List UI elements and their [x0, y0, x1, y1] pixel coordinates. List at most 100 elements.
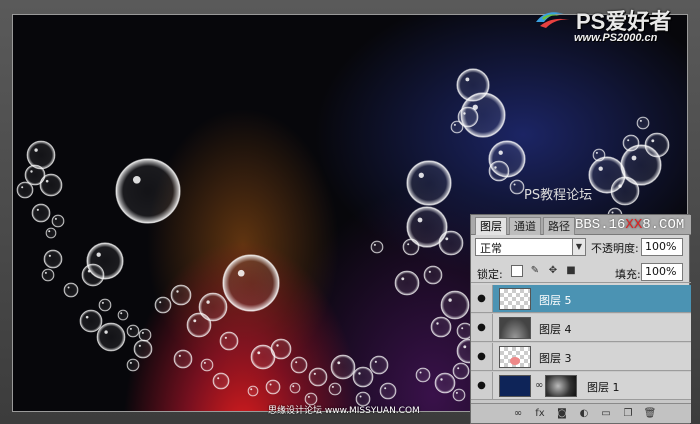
bubble-highlight [34, 148, 38, 152]
layer-style-icon[interactable]: fx [533, 407, 547, 421]
bubble [352, 366, 374, 388]
panel-bottom-toolbar: ∞ fx ◙ ◐ ▭ ❐ 🗑 [471, 403, 691, 423]
bubble [39, 173, 63, 197]
bubble [98, 298, 112, 312]
bubble [328, 382, 342, 396]
layer-thumbnail [499, 317, 531, 339]
bubble-highlight [373, 243, 376, 246]
bubble-highlight [463, 345, 467, 349]
bubble-highlight [455, 391, 458, 394]
new-group-icon[interactable]: ▭ [599, 407, 613, 421]
layer-thumbnail [499, 288, 531, 310]
bubble [170, 284, 192, 306]
bubble-highlight [407, 243, 410, 246]
site-logo: PS爱好者 www.PS2000.cn [534, 2, 694, 48]
blend-row: 正常 ▼ 不透明度: 100% [471, 236, 691, 258]
bubble-highlight [30, 170, 33, 173]
bubble [26, 140, 56, 170]
layer-row-3[interactable]: ● 图层 3 [471, 343, 691, 371]
bubble [415, 367, 431, 383]
bubble [43, 249, 63, 269]
bubble-highlight [193, 319, 197, 323]
chevron-down-icon[interactable]: ▼ [572, 239, 585, 255]
bubble-highlight [295, 361, 298, 364]
bubble-highlight [463, 112, 466, 115]
lock-all-icon[interactable]: ■ [565, 265, 577, 277]
bubble-highlight [292, 385, 295, 388]
bubble-highlight [494, 166, 497, 169]
eye-icon[interactable]: ● [471, 314, 493, 341]
adjustment-layer-icon[interactable]: ◐ [577, 407, 591, 421]
eye-icon[interactable]: ● [471, 285, 493, 312]
bubble-highlight [358, 372, 361, 375]
bbs-watermark: BBS.16XX8.COM [575, 217, 685, 233]
add-mask-icon[interactable]: ◙ [555, 407, 569, 421]
bubble-highlight [457, 367, 460, 370]
bubble [200, 358, 214, 372]
bubble [369, 355, 389, 375]
logo-swirl-icon [536, 12, 570, 28]
bubble-highlight [465, 77, 470, 82]
layer-name: 图层 5 [539, 294, 572, 307]
layer-row-5[interactable]: ● 图层 5 [471, 285, 691, 313]
bubble-highlight [48, 254, 51, 257]
watermark-top: PS教程论坛 [524, 188, 593, 203]
eye-icon[interactable]: ● [471, 372, 493, 399]
bubble-highlight [85, 315, 89, 319]
bubble-highlight [36, 208, 39, 211]
bubble [16, 181, 34, 199]
lock-transparent-icon[interactable] [511, 265, 523, 277]
bubble [402, 238, 420, 256]
bubble [270, 338, 292, 360]
bubble [452, 362, 470, 380]
bubble [186, 312, 212, 338]
lock-brush-icon[interactable]: ✎ [529, 265, 541, 277]
eye-icon[interactable]: ● [471, 343, 493, 370]
bubble [51, 214, 65, 228]
bubble [438, 230, 464, 256]
bubble-highlight [44, 271, 47, 274]
layer-mask-thumbnail[interactable] [545, 375, 577, 397]
link-layers-icon[interactable]: ∞ [511, 407, 525, 421]
bubble-highlight [276, 344, 279, 347]
bubble-highlight [141, 331, 144, 334]
trash-icon[interactable]: 🗑 [643, 407, 657, 421]
bubble-highlight [54, 217, 57, 220]
bubble [81, 263, 105, 287]
bubble [450, 120, 464, 134]
bubble-highlight [269, 383, 272, 386]
bubble [488, 160, 510, 182]
bubble-highlight [453, 123, 456, 126]
tab-channels[interactable]: 通道 [509, 217, 541, 235]
link-chain-icon[interactable]: ∞ [535, 380, 543, 391]
bubble [219, 331, 239, 351]
bubble [308, 367, 328, 387]
layer-row-4[interactable]: ● 图层 4 [471, 314, 691, 342]
layers-list: ● 图层 5 ● 图层 4 ● 图层 3 ● ∞ 图层 1 [471, 285, 691, 403]
tab-paths[interactable]: 路径 [543, 217, 575, 235]
new-layer-icon[interactable]: ❐ [621, 407, 635, 421]
bubble [434, 372, 456, 394]
tab-layers[interactable]: 图层 [475, 217, 507, 235]
watermark-bottom: 思缘设计论坛 www.MISSYUAN.COM [268, 406, 420, 416]
layer-name: 图层 4 [539, 323, 572, 336]
bubble-highlight [461, 327, 464, 330]
logo-url: www.PS2000.cn [574, 32, 658, 44]
bubble-highlight [595, 151, 598, 154]
lock-move-icon[interactable]: ✥ [547, 265, 559, 277]
fill-input[interactable]: 100% [641, 263, 683, 281]
opacity-label: 不透明度: [591, 242, 639, 255]
bubble-highlight [313, 372, 316, 375]
panel-tabs: 图层 通道 路径 BBS.16XX8.COM [471, 215, 691, 235]
blend-mode-select[interactable]: 正常 ▼ [475, 238, 586, 256]
bubble-highlight [217, 377, 220, 380]
layer-row-1[interactable]: ● ∞ 图层 1 [471, 372, 691, 400]
bubble [440, 290, 470, 320]
bubble-highlight [436, 322, 439, 325]
bubble [370, 240, 384, 254]
bubble [644, 132, 670, 158]
opacity-input[interactable]: 100% [641, 238, 683, 256]
bubble [31, 203, 51, 223]
bubble-highlight [618, 184, 622, 188]
lock-label: 锁定: [477, 268, 503, 281]
